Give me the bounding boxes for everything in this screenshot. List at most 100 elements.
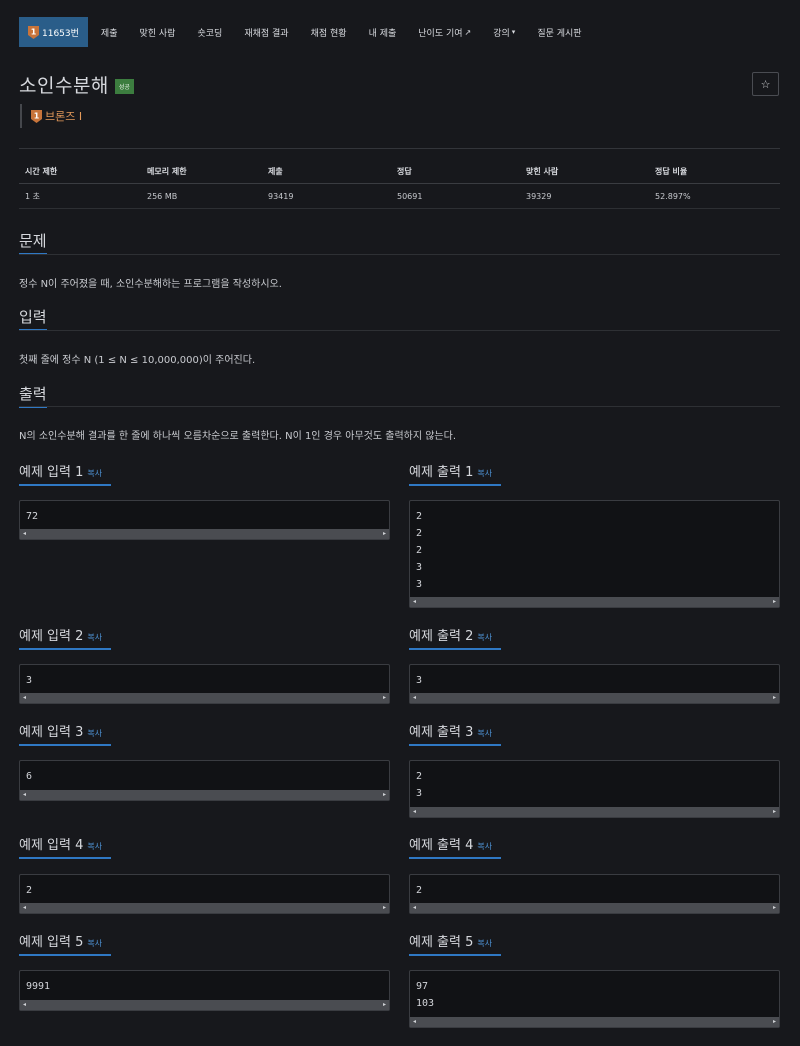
stats-value-row: 1 초 256 MB 93419 50691 39329 52.897% <box>19 184 780 209</box>
heading-underline <box>19 857 111 859</box>
nav-short-coding[interactable]: 숏코딩 <box>197 26 222 39</box>
stats-value-cell: 256 MB <box>147 191 178 201</box>
example-input-title: 예제 입력 4 <box>19 838 84 853</box>
scroll-left-icon[interactable]: ◂ <box>413 693 416 703</box>
example-output-heading: 예제 출력 1 복사 <box>409 461 501 486</box>
favorite-button[interactable]: ☆ <box>752 72 779 96</box>
copy-button[interactable]: 복사 <box>477 633 492 642</box>
sample-input-text: 72 <box>26 511 39 522</box>
scroll-right-icon[interactable]: ▸ <box>383 1000 386 1010</box>
nav-difficulty-contribute[interactable]: 난이도 기여 ↗ <box>418 26 471 39</box>
stats-header-cell: 제출 <box>268 167 283 176</box>
scroll-right-icon[interactable]: ▸ <box>773 597 776 607</box>
input-heading: 입력 <box>19 306 47 331</box>
copy-button[interactable]: 복사 <box>477 469 492 478</box>
copy-button[interactable]: 복사 <box>87 729 102 738</box>
example-output-heading: 예제 출력 5 복사 <box>409 931 501 956</box>
nav-solved-users[interactable]: 맞힌 사람 <box>139 26 175 39</box>
horizontal-scrollbar[interactable]: ◂ ▸ <box>410 693 779 703</box>
horizontal-scrollbar[interactable]: ◂ ▸ <box>410 1017 779 1027</box>
horizontal-scrollbar[interactable]: ◂ ▸ <box>410 597 779 607</box>
stats-value-cell: 1 초 <box>25 191 40 201</box>
scroll-left-icon[interactable]: ◂ <box>23 693 26 703</box>
sample-input-box[interactable]: 3 ◂ ▸ <box>19 664 390 704</box>
sample-input-box[interactable]: 6 ◂ ▸ <box>19 760 390 801</box>
horizontal-scrollbar[interactable]: ◂ ▸ <box>20 790 389 800</box>
sample-output-box[interactable]: 97 103 ◂ ▸ <box>409 970 780 1028</box>
sample-output-box[interactable]: 2 ◂ ▸ <box>409 874 780 914</box>
scroll-right-icon[interactable]: ▸ <box>773 693 776 703</box>
title-row: 소인수분해 성공 <box>19 71 134 98</box>
scroll-right-icon[interactable]: ▸ <box>383 529 386 539</box>
sample-input-box[interactable]: 9991 ◂ ▸ <box>19 970 390 1011</box>
nav-lectures-dropdown[interactable]: 강의 ▾ <box>493 26 515 39</box>
nav-my-submissions[interactable]: 내 제출 <box>369 26 397 39</box>
copy-button[interactable]: 복사 <box>87 939 102 948</box>
scroll-left-icon[interactable]: ◂ <box>413 1017 416 1027</box>
example-output-heading: 예제 출력 2 복사 <box>409 625 501 650</box>
section-rule <box>19 406 780 407</box>
sample-output-box[interactable]: 2 3 ◂ ▸ <box>409 760 780 818</box>
scroll-left-icon[interactable]: ◂ <box>413 807 416 817</box>
scroll-left-icon[interactable]: ◂ <box>23 790 26 800</box>
scroll-right-icon[interactable]: ▸ <box>383 903 386 913</box>
scroll-right-icon[interactable]: ▸ <box>773 903 776 913</box>
sample-output-box[interactable]: 2 2 2 3 3 ◂ ▸ <box>409 500 780 608</box>
tier-label[interactable]: 브론즈 I <box>45 108 82 124</box>
bronze-tier-icon: 1 <box>28 25 39 39</box>
problem-heading: 문제 <box>19 230 47 255</box>
scroll-right-icon[interactable]: ▸ <box>383 693 386 703</box>
scroll-left-icon[interactable]: ◂ <box>23 1000 26 1010</box>
horizontal-scrollbar[interactable]: ◂ ▸ <box>410 807 779 817</box>
input-description: 첫째 줄에 정수 N (1 ≤ N ≤ 10,000,000)이 주어진다. <box>19 355 256 366</box>
example-output-title: 예제 출력 1 <box>409 465 474 480</box>
scroll-left-icon[interactable]: ◂ <box>23 903 26 913</box>
sample-input-box[interactable]: 72 ◂ ▸ <box>19 500 390 540</box>
example-output-title: 예제 출력 2 <box>409 629 474 644</box>
example-input-heading: 예제 입력 2 복사 <box>19 625 111 650</box>
output-description: N의 소인수분해 결과를 한 줄에 하나씩 오름차순으로 출력한다. N이 1인… <box>19 431 457 442</box>
stats-value-cell[interactable]: 39329 <box>520 192 649 201</box>
sample-output-text: 97 103 <box>416 981 435 1009</box>
stats-value-cell: 50691 <box>397 191 423 201</box>
nav-submit[interactable]: 제출 <box>101 26 118 39</box>
copy-button[interactable]: 복사 <box>87 469 102 478</box>
horizontal-scrollbar[interactable]: ◂ ▸ <box>20 903 389 913</box>
horizontal-scrollbar[interactable]: ◂ ▸ <box>20 693 389 703</box>
copy-button[interactable]: 복사 <box>477 939 492 948</box>
copy-button[interactable]: 복사 <box>477 729 492 738</box>
scroll-right-icon[interactable]: ▸ <box>383 790 386 800</box>
copy-button[interactable]: 복사 <box>87 842 102 851</box>
scroll-right-icon[interactable]: ▸ <box>773 807 776 817</box>
example-input-title: 예제 입력 3 <box>19 725 84 740</box>
page-title: 소인수분해 <box>19 75 109 97</box>
scroll-left-icon[interactable]: ◂ <box>413 597 416 607</box>
nav-rejudge-results[interactable]: 재채점 결과 <box>244 26 288 39</box>
scroll-left-icon[interactable]: ◂ <box>23 529 26 539</box>
horizontal-scrollbar[interactable]: ◂ ▸ <box>410 903 779 913</box>
output-heading-label: 출력 <box>19 385 47 403</box>
heading-underline <box>409 857 501 859</box>
heading-underline <box>19 484 111 486</box>
example-input-heading: 예제 입력 1 복사 <box>19 461 111 486</box>
svg-text:1: 1 <box>34 111 40 120</box>
nav-problem-id[interactable]: 1 11653번 <box>19 17 88 47</box>
nav-status[interactable]: 채점 현황 <box>311 26 347 39</box>
copy-button[interactable]: 복사 <box>477 842 492 851</box>
horizontal-scrollbar[interactable]: ◂ ▸ <box>20 529 389 539</box>
scroll-left-icon[interactable]: ◂ <box>413 903 416 913</box>
nav-question-board[interactable]: 질문 게시판 <box>537 26 581 39</box>
stats-header-cell: 정답 비율 <box>655 167 688 176</box>
example-input-heading: 예제 입력 5 복사 <box>19 931 111 956</box>
stats-value-cell[interactable]: 93419 <box>262 192 391 201</box>
heading-underline <box>409 484 501 486</box>
horizontal-scrollbar[interactable]: ◂ ▸ <box>20 1000 389 1010</box>
sample-output-box[interactable]: 3 ◂ ▸ <box>409 664 780 704</box>
scroll-right-icon[interactable]: ▸ <box>773 1017 776 1027</box>
heading-underline <box>409 954 501 956</box>
sample-input-box[interactable]: 2 ◂ ▸ <box>19 874 390 914</box>
star-icon: ☆ <box>760 77 771 91</box>
copy-button[interactable]: 복사 <box>87 633 102 642</box>
example-output-title: 예제 출력 4 <box>409 838 474 853</box>
stats-header-row: 시간 제한 메모리 제한 제출 정답 맞힌 사람 정답 비율 <box>19 160 780 184</box>
